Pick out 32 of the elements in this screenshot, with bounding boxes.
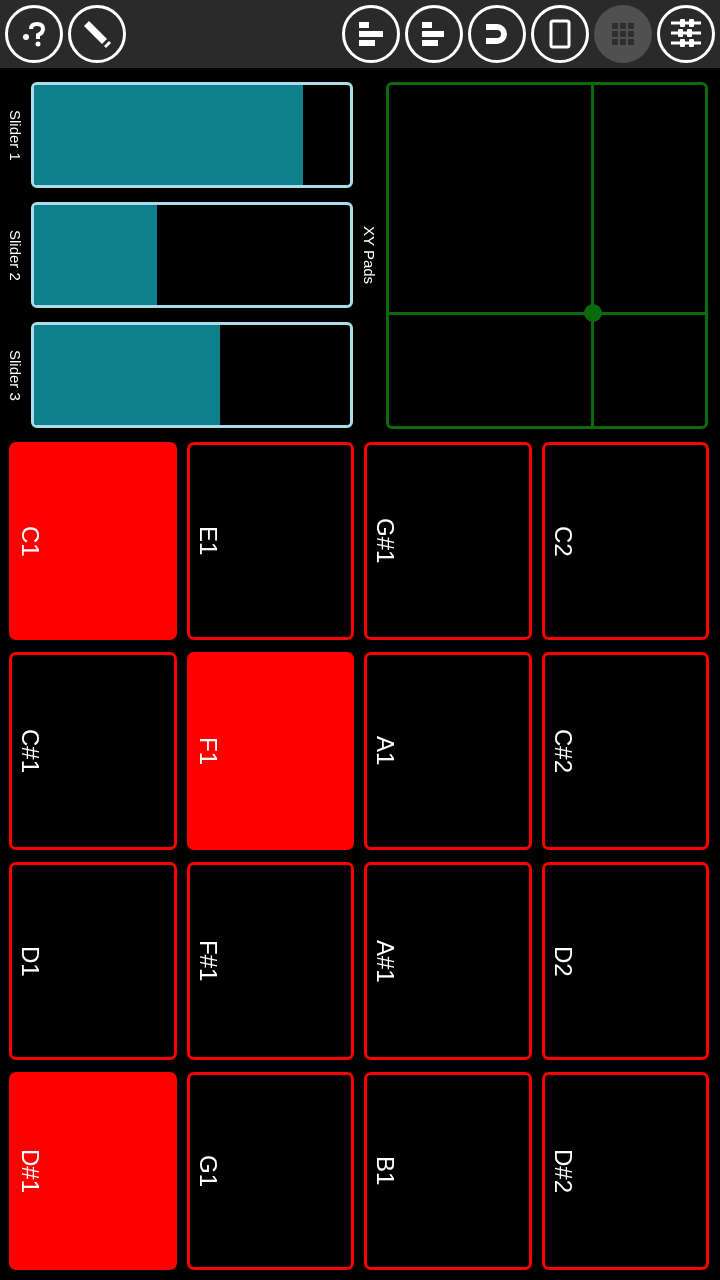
- magnet-button[interactable]: [468, 5, 526, 63]
- slider-label: Slider 3: [8, 349, 23, 401]
- note-pad[interactable]: D#2: [541, 1072, 709, 1270]
- note-pad[interactable]: D2: [541, 862, 709, 1060]
- slider-label: Slider 1: [8, 109, 23, 161]
- note-pad[interactable]: C2: [541, 442, 709, 640]
- align-center-button[interactable]: [405, 5, 463, 63]
- slider-track[interactable]: [31, 82, 353, 188]
- note-pad[interactable]: G#1: [364, 442, 532, 640]
- note-pad[interactable]: D#1: [9, 1072, 177, 1270]
- xy-handle[interactable]: [583, 304, 602, 323]
- note-pad[interactable]: F#1: [186, 862, 354, 1060]
- note-pad[interactable]: C1: [9, 442, 177, 640]
- note-pad[interactable]: A1: [364, 652, 532, 850]
- note-pad[interactable]: D1: [9, 862, 177, 1060]
- pencil-button[interactable]: [68, 5, 126, 63]
- xy-pad[interactable]: [386, 82, 708, 429]
- slider-track[interactable]: [31, 202, 353, 308]
- slider-track[interactable]: [31, 322, 353, 428]
- note-pad[interactable]: C#1: [9, 652, 177, 850]
- slider-label: Slider 2: [8, 229, 23, 281]
- help-button[interactable]: [5, 5, 63, 63]
- note-pad[interactable]: B1: [364, 1072, 532, 1270]
- tablet-button[interactable]: [531, 5, 589, 63]
- note-pad[interactable]: E1: [186, 442, 354, 640]
- note-pad[interactable]: C#2: [541, 652, 709, 850]
- note-pad[interactable]: F1: [186, 652, 354, 850]
- note-pad[interactable]: A#1: [364, 862, 532, 1060]
- mixer-button[interactable]: [657, 5, 715, 63]
- align-left-button[interactable]: [342, 5, 400, 63]
- note-pad[interactable]: G1: [186, 1072, 354, 1270]
- xy-pad-label: XY Pads: [362, 226, 377, 285]
